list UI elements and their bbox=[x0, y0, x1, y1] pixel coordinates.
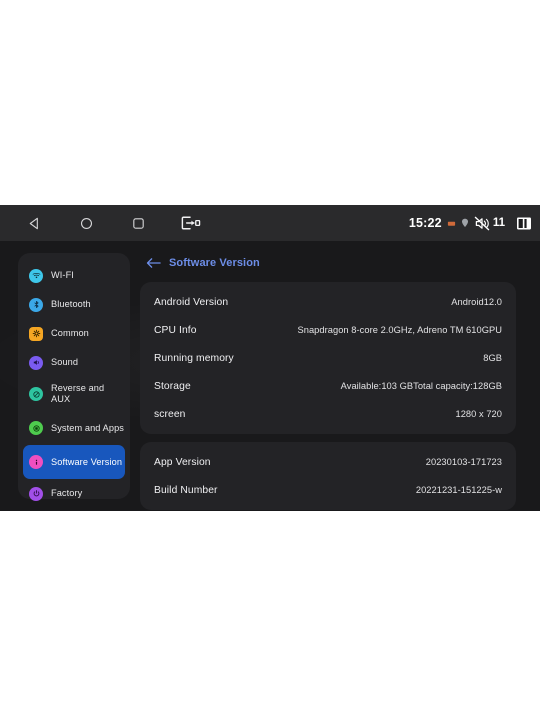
device-info-card: Android Version Android12.0 CPU Info Sna… bbox=[140, 282, 516, 434]
sidebar-item-label: WI-FI bbox=[51, 270, 74, 280]
sidebar-item-wifi[interactable]: WI-FI bbox=[23, 261, 125, 290]
gear-icon bbox=[29, 326, 43, 341]
settings-sidebar: WI-FI Bluetooth Common Sound Reverse and… bbox=[18, 253, 130, 501]
table-row[interactable]: Build Number 20221231-151225-w bbox=[154, 476, 502, 504]
row-label: Storage bbox=[154, 380, 191, 392]
speaker-icon bbox=[29, 355, 43, 370]
sidebar-item-sound[interactable]: Sound bbox=[23, 348, 125, 377]
row-value: Available:103 GBTotal capacity:128GB bbox=[340, 381, 502, 391]
table-row[interactable]: Running memory 8GB bbox=[154, 344, 502, 372]
status-clock: 15:22 bbox=[408, 216, 442, 230]
screenshot-icon bbox=[180, 215, 201, 231]
row-label: CPU Info bbox=[154, 324, 197, 336]
row-value: Snapdragon 8-core 2.0GHz, Adreno TM 610G… bbox=[297, 325, 502, 335]
split-screen-icon bbox=[516, 216, 532, 231]
sidebar-item-common[interactable]: Common bbox=[23, 319, 125, 348]
row-value: 20230103-171723 bbox=[425, 457, 502, 467]
reverse-icon bbox=[29, 387, 43, 401]
volume-level-label: 11 bbox=[492, 217, 505, 229]
row-label: App Version bbox=[154, 456, 211, 468]
row-label: Build Number bbox=[154, 484, 218, 496]
location-dot-icon bbox=[461, 218, 469, 228]
table-row[interactable]: Android Version Android12.0 bbox=[154, 288, 502, 316]
row-value: Android12.0 bbox=[451, 297, 502, 307]
sidebar-item-label: System and Apps bbox=[51, 422, 124, 433]
row-value: 8GB bbox=[483, 353, 502, 363]
power-icon bbox=[29, 486, 43, 501]
content-pane: Software Version Android Version Android… bbox=[140, 253, 528, 511]
nav-recents-button[interactable] bbox=[112, 205, 164, 241]
row-label: screen bbox=[154, 408, 186, 420]
table-row[interactable]: screen 1280 x 720 bbox=[154, 400, 502, 428]
row-value: 1280 x 720 bbox=[455, 409, 502, 419]
sidebar-item-bluetooth[interactable]: Bluetooth bbox=[23, 290, 125, 319]
android-navigation-bar: 15:22 11 bbox=[0, 205, 540, 241]
sidebar-item-reverse-and-aux[interactable]: Reverse and AUX bbox=[23, 377, 125, 411]
table-row[interactable]: Storage Available:103 GBTotal capacity:1… bbox=[154, 372, 502, 400]
settings-screen: WI-FI Bluetooth Common Sound Reverse and… bbox=[0, 241, 540, 511]
wifi-icon bbox=[29, 268, 43, 283]
info-icon bbox=[29, 455, 43, 469]
sd-card-icon bbox=[447, 219, 456, 228]
row-value: 20221231-151225-w bbox=[415, 485, 502, 495]
system-icon bbox=[29, 421, 43, 435]
triangle-left-icon bbox=[27, 216, 42, 231]
arrow-left-icon[interactable] bbox=[146, 257, 161, 269]
status-bar: 15:22 11 bbox=[409, 205, 532, 241]
volume-mute-icon bbox=[474, 216, 490, 231]
device-screenshot: 15:22 11 WI-FI Bluetooth Common Sound Re… bbox=[0, 205, 540, 511]
sidebar-item-label: Software Version bbox=[51, 456, 123, 467]
table-row[interactable]: CPU Info Snapdragon 8-core 2.0GHz, Adren… bbox=[154, 316, 502, 344]
sidebar-item-label: Reverse and AUX bbox=[51, 383, 105, 404]
sidebar-item-label: Factory bbox=[51, 488, 83, 498]
nav-home-button[interactable] bbox=[60, 205, 112, 241]
sidebar-item-label: Sound bbox=[51, 357, 79, 367]
nav-back-button[interactable] bbox=[8, 205, 60, 241]
sidebar-item-software-version[interactable]: Software Version bbox=[23, 445, 125, 479]
table-row[interactable]: App Version 20230103-171723 bbox=[154, 448, 502, 476]
sidebar-item-label: Bluetooth bbox=[51, 299, 91, 309]
square-icon bbox=[131, 216, 146, 231]
content-header: Software Version bbox=[140, 253, 528, 273]
version-info-card: App Version 20230103-171723 Build Number… bbox=[140, 442, 516, 510]
row-label: Android Version bbox=[154, 296, 229, 308]
nav-screenshot-button[interactable] bbox=[164, 205, 216, 241]
sidebar-item-factory[interactable]: Factory bbox=[23, 479, 125, 508]
bluetooth-icon bbox=[29, 297, 43, 312]
sidebar-item-system-and-apps[interactable]: System and Apps bbox=[23, 411, 125, 445]
page-title: Software Version bbox=[169, 257, 260, 269]
row-label: Running memory bbox=[154, 352, 234, 364]
circle-icon bbox=[79, 216, 94, 231]
sidebar-item-label: Common bbox=[51, 328, 89, 338]
